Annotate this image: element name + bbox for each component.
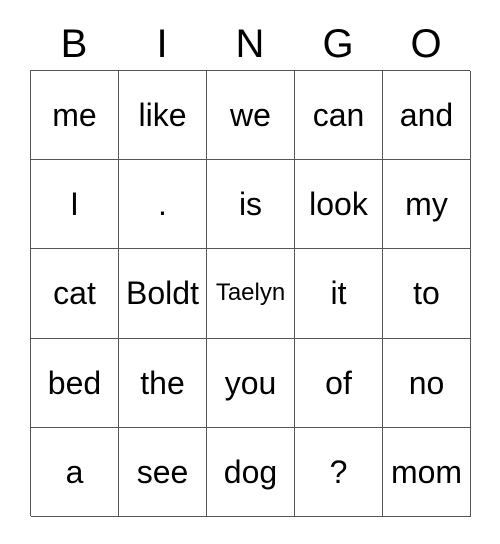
bingo-cell[interactable]: me bbox=[31, 71, 119, 161]
bingo-cell-label: bed bbox=[47, 364, 102, 401]
bingo-header-letter-o: O bbox=[410, 22, 442, 66]
bingo-cell-free-space[interactable]: Taelyn bbox=[207, 249, 295, 339]
bingo-cell-label: a bbox=[65, 453, 84, 490]
bingo-cell-label: of bbox=[325, 364, 352, 401]
bingo-cell-label: Taelyn bbox=[215, 279, 286, 307]
bingo-cell-label: dog bbox=[223, 453, 278, 490]
bingo-grid: me like we can and I . is look my cat Bo… bbox=[30, 70, 471, 517]
bingo-cell[interactable]: and bbox=[383, 71, 471, 161]
bingo-cell-label: it bbox=[330, 275, 347, 312]
bingo-cell-label: my bbox=[405, 186, 448, 223]
bingo-cell[interactable]: ? bbox=[295, 427, 383, 517]
bingo-cell-label: see bbox=[136, 453, 189, 490]
bingo-header-letter-n: N bbox=[235, 22, 265, 66]
bingo-cell[interactable]: like bbox=[119, 71, 207, 161]
bingo-cell[interactable]: it bbox=[295, 249, 383, 339]
bingo-cell-label: . bbox=[158, 186, 167, 223]
bingo-cell[interactable]: you bbox=[207, 338, 295, 428]
bingo-header-letter-i: I bbox=[156, 22, 168, 66]
bingo-cell[interactable]: no bbox=[383, 338, 471, 428]
bingo-cell[interactable]: cat bbox=[31, 249, 119, 339]
bingo-cell-label: we bbox=[230, 97, 271, 134]
bingo-header-letter-b: B bbox=[60, 22, 88, 66]
bingo-cell-label: me bbox=[52, 97, 97, 134]
bingo-cell[interactable]: my bbox=[383, 160, 471, 250]
bingo-cell[interactable]: the bbox=[119, 338, 207, 428]
bingo-cell-label: the bbox=[140, 364, 185, 401]
bingo-cell[interactable]: to bbox=[383, 249, 471, 339]
bingo-cell-label: Boldt bbox=[126, 275, 199, 312]
bingo-cell[interactable]: look bbox=[295, 160, 383, 250]
bingo-cell-label: look bbox=[309, 186, 368, 223]
bingo-header-letter-g: G bbox=[322, 22, 354, 66]
bingo-cell[interactable]: I bbox=[31, 160, 119, 250]
bingo-header-row: B I N G O bbox=[30, 18, 470, 70]
bingo-cell[interactable]: bed bbox=[31, 338, 119, 428]
bingo-cell-label: to bbox=[413, 275, 440, 312]
bingo-cell-label: mom bbox=[390, 453, 463, 490]
bingo-cell[interactable]: we bbox=[207, 71, 295, 161]
bingo-cell-label: like bbox=[138, 97, 187, 134]
bingo-cell-label: no bbox=[408, 364, 445, 401]
bingo-cell[interactable]: can bbox=[295, 71, 383, 161]
bingo-cell[interactable]: . bbox=[119, 160, 207, 250]
bingo-cell[interactable]: a bbox=[31, 427, 119, 517]
bingo-cell[interactable]: see bbox=[119, 427, 207, 517]
bingo-cell[interactable]: of bbox=[295, 338, 383, 428]
bingo-cell-label: is bbox=[238, 186, 263, 223]
bingo-cell-label: you bbox=[224, 364, 277, 401]
bingo-cell[interactable]: dog bbox=[207, 427, 295, 517]
bingo-cell-label: ? bbox=[329, 453, 348, 490]
bingo-cell-label: I bbox=[70, 186, 79, 223]
bingo-cell[interactable]: is bbox=[207, 160, 295, 250]
bingo-cell[interactable]: Boldt bbox=[119, 249, 207, 339]
bingo-card: B I N G O me like we can and I . is look… bbox=[0, 0, 500, 544]
bingo-cell-label: can bbox=[312, 97, 365, 134]
bingo-cell-label: cat bbox=[53, 275, 96, 312]
bingo-cell[interactable]: mom bbox=[383, 427, 471, 517]
bingo-cell-label: and bbox=[399, 97, 454, 134]
